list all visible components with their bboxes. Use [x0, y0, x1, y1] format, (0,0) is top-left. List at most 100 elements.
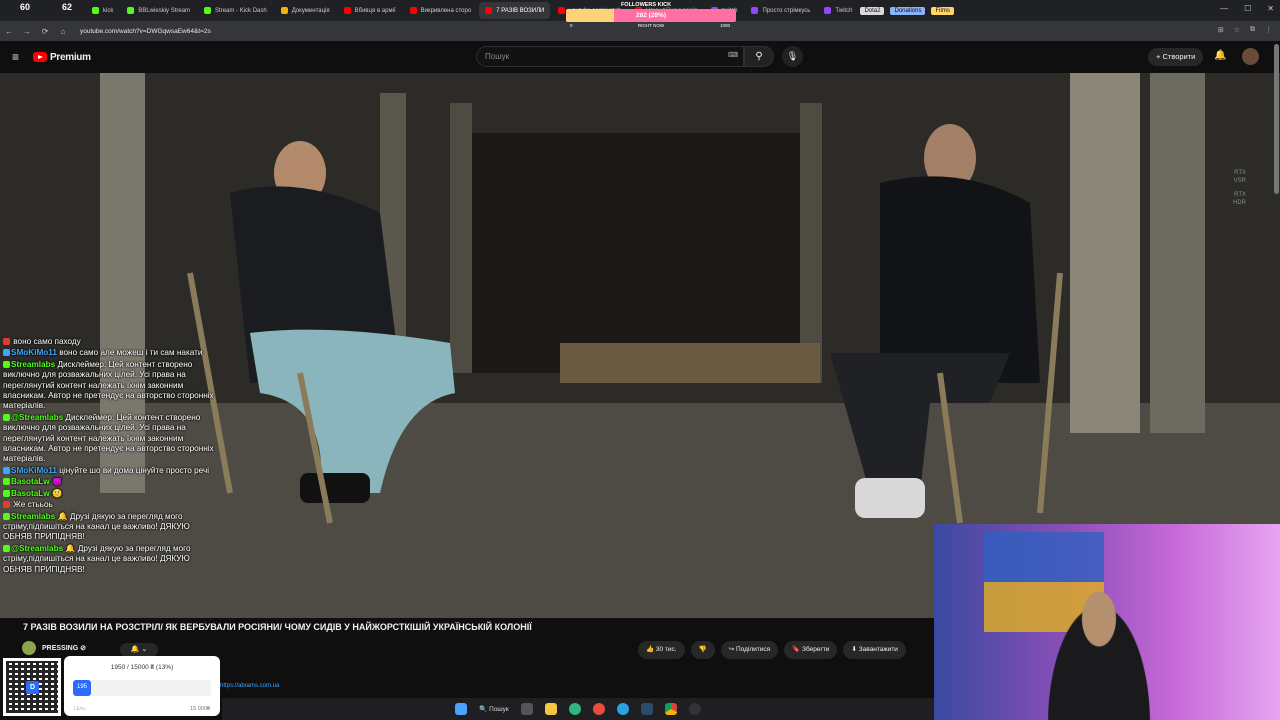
- chat-message: @Streamlabs Дисклеймер: Цей контент ство…: [3, 413, 218, 465]
- tab-label: Stream - Kick Dash: [215, 7, 267, 14]
- save-button[interactable]: 🔖 Зберегти: [784, 641, 838, 659]
- bookmark-pill[interactable]: Dota2: [860, 6, 885, 15]
- share-button[interactable]: ↪ Поділитися: [720, 641, 779, 659]
- tab-favicon-icon: [558, 7, 566, 14]
- channel-info[interactable]: PRESSING ⊘: [22, 641, 86, 655]
- like-button[interactable]: 👍 30 тис.: [638, 641, 685, 659]
- back-icon[interactable]: ←: [0, 27, 18, 36]
- download-button[interactable]: ⬇ Завантажити: [843, 641, 906, 659]
- video-title: 7 РАЗІВ ВОЗИЛИ НА РОЗСТРІЛ/ ЯК ВЕРБУВАЛИ…: [23, 622, 532, 632]
- chat-message: BasotaLw 🙂: [3, 489, 218, 499]
- steam-icon[interactable]: [640, 703, 653, 715]
- stream-counter-secondary: 62: [62, 2, 73, 12]
- telegram-icon[interactable]: [616, 703, 629, 715]
- page-scrollbar[interactable]: [1274, 44, 1279, 194]
- url-field[interactable]: youtube.com/watch?v=DWGqwsaEw64&t=2s: [80, 28, 211, 35]
- vsr-badge: VSR: [1233, 178, 1246, 184]
- forward-icon[interactable]: →: [18, 27, 36, 36]
- chat-text: воно само але можеш і ти сам накати: [59, 348, 203, 358]
- browser-tab[interactable]: 7 РАЗІВ ВОЗИЛИ: [479, 2, 551, 19]
- notifications-bell-icon[interactable]: 🔔: [1214, 50, 1226, 61]
- chrome-icon[interactable]: [664, 703, 677, 715]
- hamburger-menu-icon[interactable]: ≡: [12, 50, 19, 64]
- close-button[interactable]: ✕: [1267, 4, 1274, 13]
- tab-label: kick: [103, 7, 114, 14]
- chat-message: воно само паходу: [3, 337, 218, 347]
- obs-icon[interactable]: [688, 703, 701, 715]
- chat-badge-icon: [3, 489, 10, 497]
- tab-label: Документація: [291, 7, 330, 14]
- tab-favicon-icon: [204, 7, 212, 14]
- browser-tab[interactable]: Викривлена сторо: [404, 2, 478, 19]
- rtx-badge: RTX: [1234, 170, 1246, 176]
- chat-username: @Streamlabs: [11, 543, 64, 553]
- browser-tab[interactable]: Stream - Kick Dash: [198, 2, 273, 19]
- donation-goal-widget: 1950 / 15000 ₴ (13%) 195 Ціль: 15 000₴: [64, 656, 220, 716]
- tab-favicon-icon: [824, 7, 832, 14]
- donation-goal-text: 1950 / 15000 ₴ (13%): [110, 664, 174, 671]
- channel-avatar[interactable]: [22, 641, 36, 655]
- streamer: [1034, 574, 1164, 720]
- keyboard-icon[interactable]: ⌨: [728, 51, 738, 59]
- maximize-button[interactable]: ☐: [1244, 4, 1251, 13]
- translate-icon[interactable]: ⊞: [1218, 26, 1224, 34]
- browser-tab[interactable]: Twitch: [818, 2, 858, 19]
- minimize-button[interactable]: —: [1220, 4, 1228, 13]
- browser-tab[interactable]: Просто стрімкусь: [745, 2, 816, 19]
- chat-text: воно само паходу: [13, 337, 81, 346]
- bookmark-pill[interactable]: Films: [931, 6, 954, 15]
- tab-favicon-icon: [343, 7, 351, 14]
- app-icon[interactable]: [592, 703, 605, 715]
- user-avatar[interactable]: [1242, 48, 1259, 65]
- logo-text: Premium: [50, 51, 91, 63]
- chat-username: SMoKiMo11: [11, 348, 57, 358]
- edge-icon[interactable]: [568, 703, 581, 715]
- chat-badge-icon: [3, 512, 10, 520]
- chat-text: цінуйте шо ви дома цінуйте просто речі: [59, 465, 210, 475]
- chat-badge-icon: [3, 413, 10, 421]
- dislike-button[interactable]: 👎: [690, 641, 715, 659]
- search-input[interactable]: Пошук: [476, 46, 744, 67]
- chat-message: BasotaLw 😈: [3, 477, 218, 487]
- voice-search-button[interactable]: 🎙: [782, 46, 803, 67]
- browser-tab[interactable]: BBLwieskiy Stream: [121, 2, 196, 19]
- create-button[interactable]: + Створити: [1148, 48, 1204, 66]
- followers-goal-widget: FOLLOWERS KICK 282 (28%) 0 RIGHT NOW 100…: [566, 2, 736, 28]
- youtube-play-icon: [33, 52, 48, 62]
- tab-favicon-icon: [92, 7, 99, 14]
- donation-goal-amount: 15 000₴: [190, 706, 210, 712]
- followers-count: 282 (28%): [636, 12, 666, 19]
- taskbar-search[interactable]: 🔍 Пошук: [479, 705, 509, 713]
- browser-tab[interactable]: Вбивця в армії: [338, 2, 402, 19]
- hdr-badge: HDR: [1233, 200, 1246, 206]
- home-icon[interactable]: ⌂: [54, 27, 72, 36]
- chat-badge-icon: [3, 466, 10, 474]
- file-explorer-icon[interactable]: [544, 703, 557, 715]
- reload-icon[interactable]: ⟳: [36, 27, 54, 36]
- followers-title: FOLLOWERS KICK: [620, 2, 672, 8]
- channel-name[interactable]: PRESSING ⊘: [42, 644, 86, 652]
- browser-tab[interactable]: kick: [86, 2, 119, 19]
- task-view-icon[interactable]: [520, 703, 533, 715]
- video-actions: 👍 30 тис. 👎 ↪ Поділитися 🔖 Зберегти ⬇ Завант…: [638, 641, 906, 659]
- chat-username: Streamlabs: [11, 359, 56, 369]
- youtube-header: ≡ Premium Пошук ⌨ ⚲ 🎙 + Створити 🔔: [0, 41, 1280, 73]
- tab-favicon-icon: [280, 7, 288, 14]
- chat-badge-icon: [3, 360, 10, 368]
- browser-tab[interactable]: Документація: [275, 2, 336, 19]
- stream-chat-overlay: воно само паходу SMoKiMo11 воно само але …: [3, 337, 218, 576]
- chat-username: SMoKiMo11: [11, 465, 57, 475]
- chat-username: BasotaLw: [11, 488, 50, 498]
- menu-dots-icon[interactable]: ⋮: [1265, 26, 1272, 34]
- donation-qr-code: D: [3, 658, 61, 716]
- bookmark-pill[interactable]: Donations: [890, 6, 926, 15]
- extension-icon[interactable]: ⧉: [1250, 26, 1255, 34]
- youtube-logo[interactable]: Premium: [33, 52, 91, 63]
- description-link[interactable]: https://abrams.com.ua: [220, 683, 279, 689]
- search-button[interactable]: ⚲: [744, 46, 774, 67]
- tab-label: Twitch: [835, 7, 853, 14]
- tab-favicon-icon: [751, 7, 759, 14]
- subscription-bell-button[interactable]: 🔔 ⌄: [120, 643, 158, 657]
- windows-start-icon[interactable]: [455, 703, 468, 715]
- bookmark-star-icon[interactable]: ☆: [1234, 26, 1240, 34]
